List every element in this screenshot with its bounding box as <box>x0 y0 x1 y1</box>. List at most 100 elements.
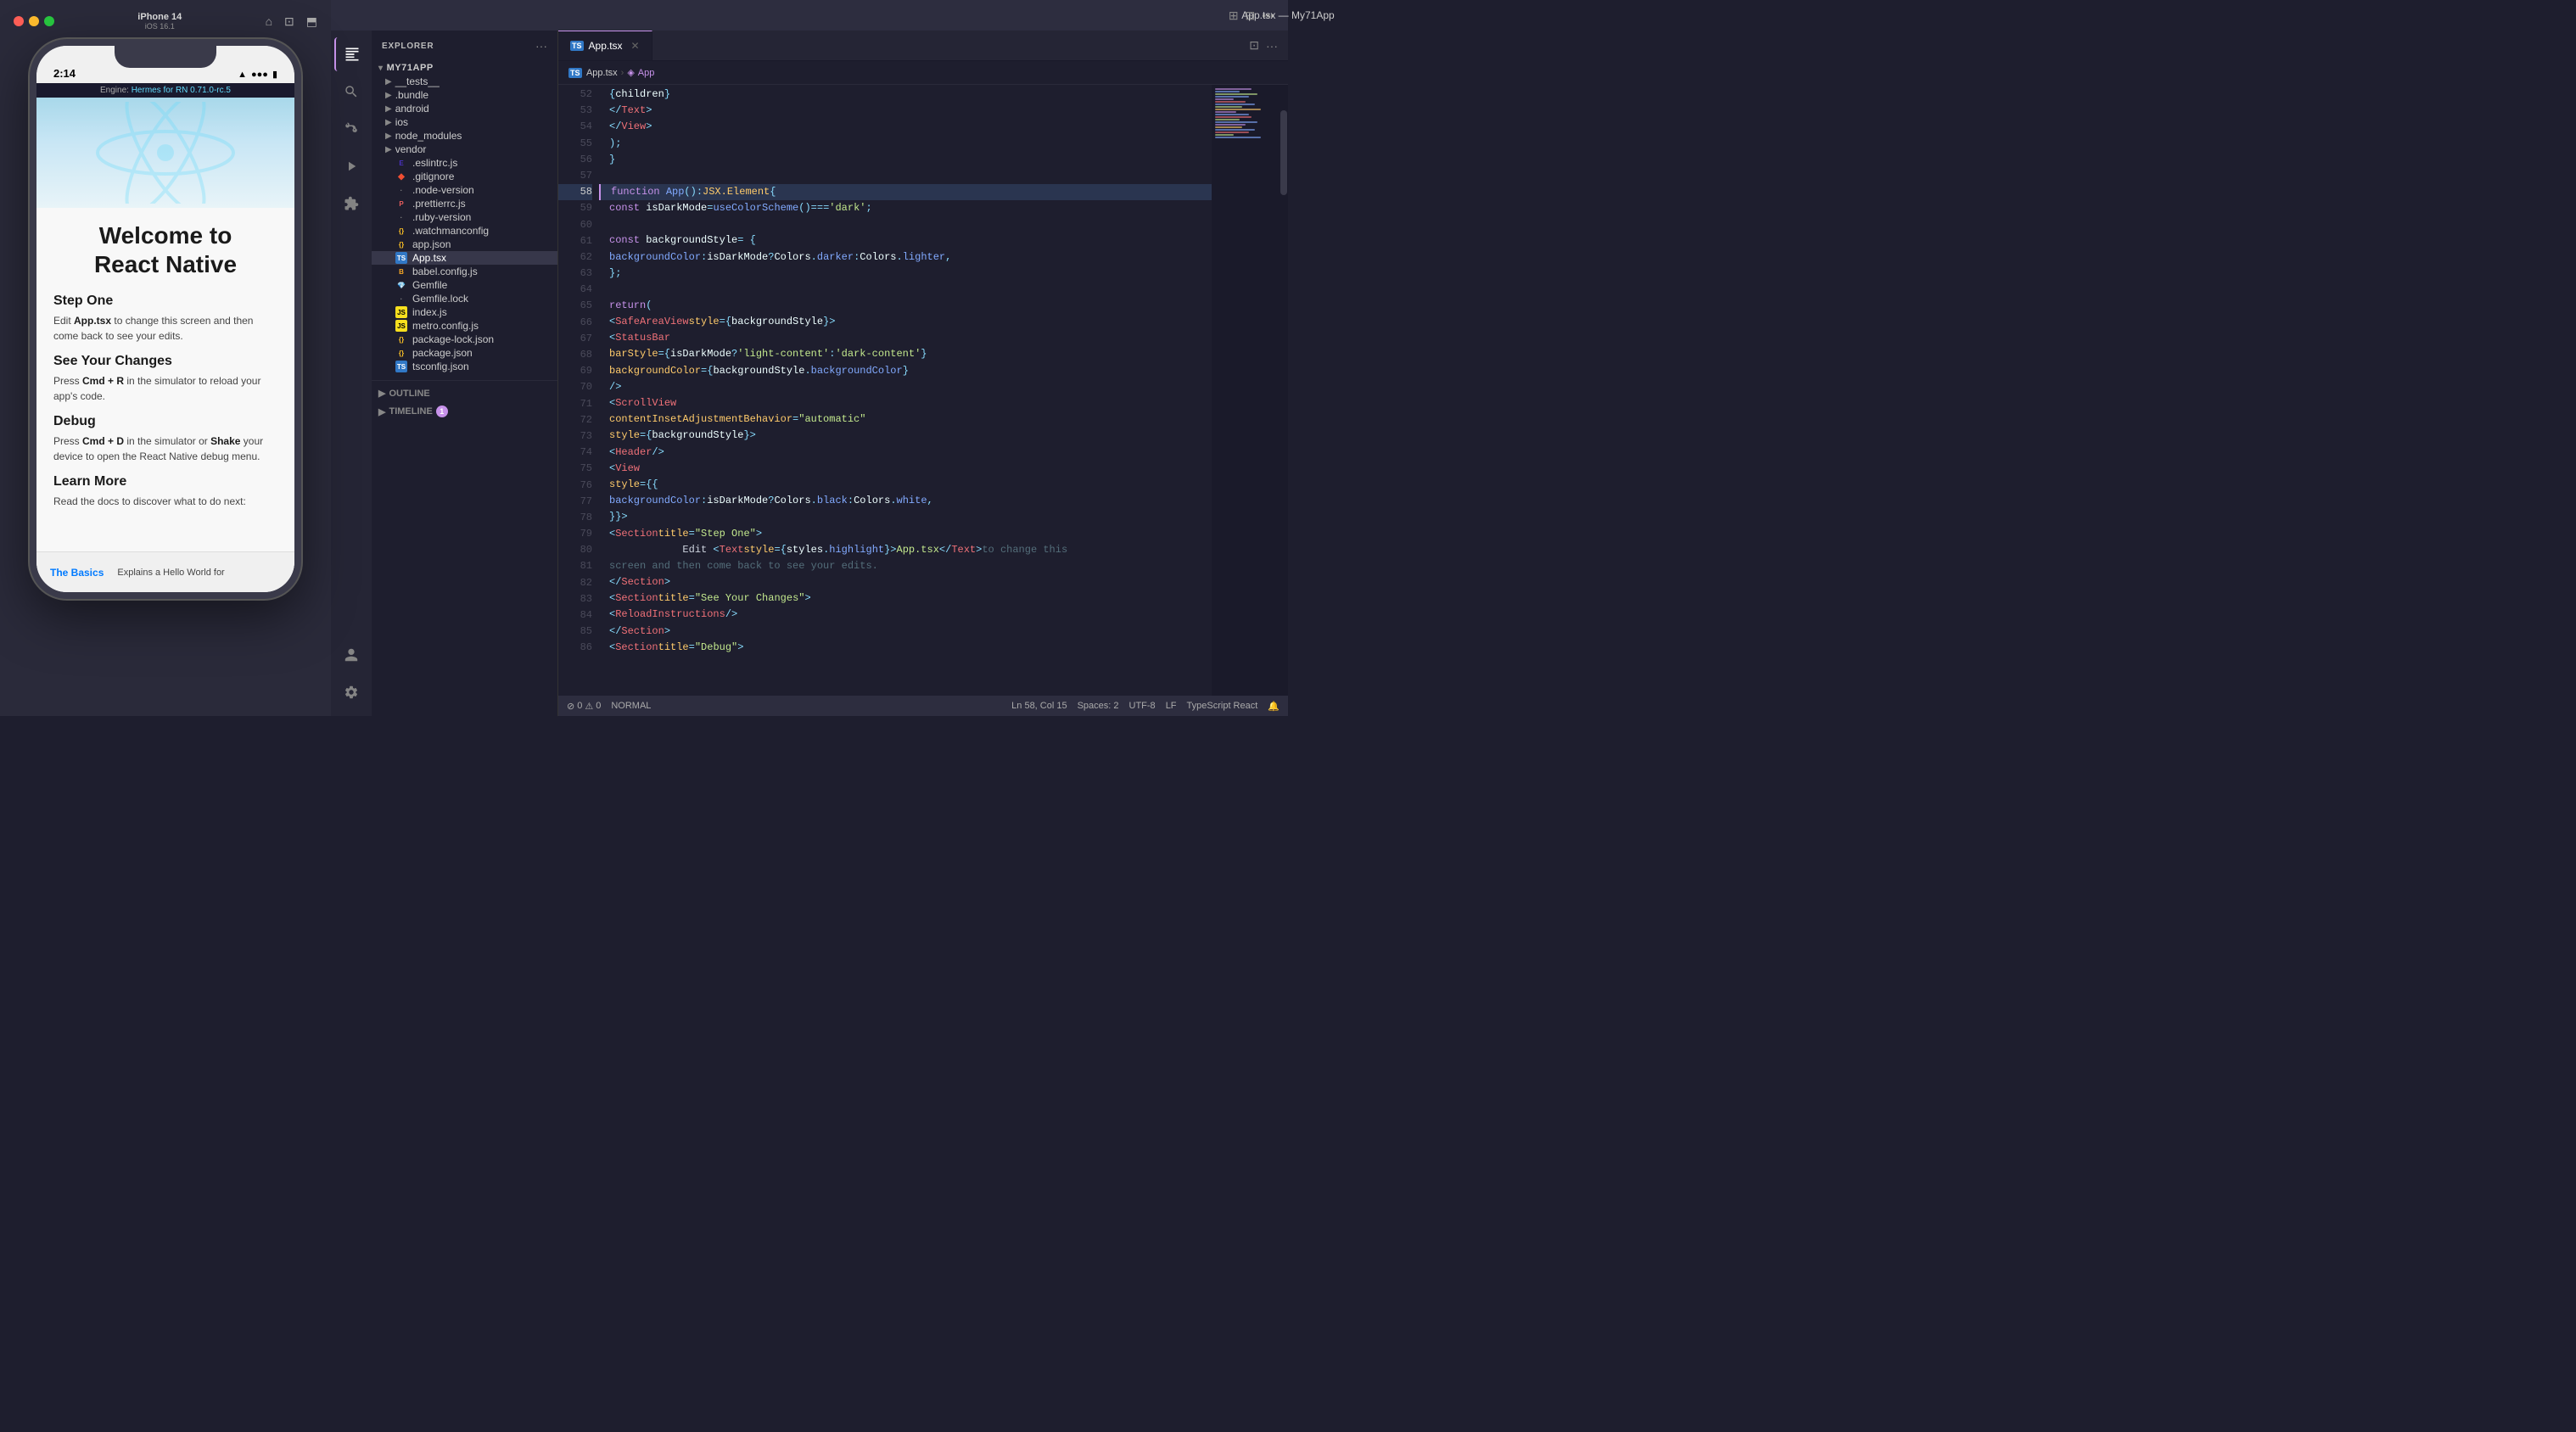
language-mode[interactable]: TypeScript React <box>1187 701 1258 711</box>
tsconfig-file[interactable]: TS tsconfig.json <box>372 360 557 373</box>
metro-config-file[interactable]: JS metro.config.js <box>372 319 557 333</box>
index-js-file[interactable]: JS index.js <box>372 305 557 319</box>
editor-tabs: TS App.tsx ✕ ⊡ ··· <box>558 31 1288 61</box>
source-control-icon[interactable] <box>334 112 368 146</box>
timeline-section[interactable]: ▶ TIMELINE 1 <box>372 402 557 421</box>
app-json-file[interactable]: {} app.json <box>372 238 557 251</box>
search-icon[interactable] <box>334 75 368 109</box>
code-line-77: backgroundColor: isDarkMode ? Colors.bla… <box>599 493 1212 509</box>
home-icon[interactable]: ⌂ <box>266 14 272 28</box>
titlebar-title: App.tsx — My71App <box>1241 9 1334 21</box>
maximize-button[interactable] <box>44 16 54 26</box>
layout-icon[interactable]: ⊞ <box>1229 8 1239 23</box>
watchmanconfig-file[interactable]: {} .watchmanconfig <box>372 224 557 238</box>
minimize-button[interactable] <box>29 16 39 26</box>
code-line-60 <box>599 216 1212 232</box>
ruby-icon: · <box>395 211 407 223</box>
account-icon[interactable] <box>334 638 368 672</box>
prettierrc-file[interactable]: P .prettierrc.js <box>372 197 557 210</box>
code-line-85: </Section> <box>599 624 1212 640</box>
git-icon: ◆ <box>395 171 407 182</box>
code-line-83: <Section title="See Your Changes"> <box>599 590 1212 607</box>
code-line-72: contentInsetAdjustmentBehavior="automati… <box>599 411 1212 428</box>
code-line-70: /> <box>599 379 1212 395</box>
react-logo-area <box>36 98 294 208</box>
code-line-79: <Section title="Step One"> <box>599 526 1212 542</box>
wifi-icon: ▲ <box>238 70 247 80</box>
breadcrumb-sep1: › <box>621 68 624 78</box>
warning-icon: ⚠ <box>585 701 593 712</box>
tests-folder[interactable]: ▶ __tests__ <box>372 75 557 88</box>
code-line-78: }}> <box>599 509 1212 525</box>
run-icon[interactable] <box>334 149 368 183</box>
vendor-folder[interactable]: ▶ vendor <box>372 143 557 156</box>
pkg-icon: {} <box>395 347 407 359</box>
code-line-82: </Section> <box>599 574 1212 590</box>
node-version-file[interactable]: · .node-version <box>372 183 557 197</box>
package-json-file[interactable]: {} package.json <box>372 346 557 360</box>
babel-config-file[interactable]: B babel.config.js <box>372 265 557 278</box>
outline-arrow: ▶ <box>378 388 385 399</box>
folder-arrow: ▾ <box>378 64 384 73</box>
explorer-icon[interactable] <box>334 37 368 71</box>
sidebar-more-button[interactable]: ··· <box>535 39 547 53</box>
app-tsx-file[interactable]: TS App.tsx <box>372 251 557 265</box>
bottom-link[interactable]: The Basics <box>50 567 104 579</box>
code-line-71: <ScrollView <box>599 395 1212 411</box>
iphone-screen: 2:14 ▲ ●●● ▮ Engine: Hermes for RN 0.71.… <box>36 46 294 592</box>
scrollbar[interactable] <box>1280 85 1288 696</box>
gemfile-lock-file[interactable]: · Gemfile.lock <box>372 292 557 305</box>
split-right-icon[interactable]: ⊡ <box>1249 38 1259 53</box>
bottom-desc: Explains a Hello World for <box>117 568 281 578</box>
package-lock-file[interactable]: {} package-lock.json <box>372 333 557 346</box>
code-line-69: backgroundColor={backgroundStyle.backgro… <box>599 363 1212 379</box>
root-folder[interactable]: ▾ MY71APP <box>372 58 557 75</box>
errors-status[interactable]: ⊘ 0 ⚠ 0 <box>567 701 601 712</box>
code-line-56: } <box>599 152 1212 168</box>
code-line-73: style={backgroundStyle}> <box>599 428 1212 444</box>
device-name: iPhone 14 <box>137 12 182 22</box>
code-editor[interactable]: {children} </Text> </View> ); } function… <box>599 85 1212 696</box>
bundle-folder[interactable]: ▶ .bundle <box>372 88 557 102</box>
screenshot-icon[interactable]: ⊡ <box>284 14 294 29</box>
share-icon[interactable]: ⬒ <box>306 14 317 29</box>
extensions-icon[interactable] <box>334 187 368 221</box>
notifications-icon[interactable]: 🔔 <box>1268 701 1280 712</box>
error-icon: ⊘ <box>567 701 574 712</box>
code-line-65: return ( <box>599 298 1212 314</box>
status-right: Ln 58, Col 15 Spaces: 2 UTF-8 LF TypeScr… <box>1011 701 1280 712</box>
pkglock-icon: {} <box>395 333 407 345</box>
eslintrc-file[interactable]: E .eslintrc.js <box>372 156 557 170</box>
node-modules-folder[interactable]: ▶ node_modules <box>372 129 557 143</box>
indentation[interactable]: Spaces: 2 <box>1078 701 1119 711</box>
code-line-58: function App(): JSX.Element { <box>599 184 1212 200</box>
root-folder-name: MY71APP <box>387 63 434 73</box>
ruby-version-file[interactable]: · .ruby-version <box>372 210 557 224</box>
app-tsx-tab[interactable]: TS App.tsx ✕ <box>558 31 652 60</box>
cursor-position[interactable]: Ln 58, Col 15 <box>1011 701 1067 711</box>
debug-text: Press Cmd + D in the simulator or Shake … <box>53 434 277 464</box>
eslint-icon: E <box>395 157 407 169</box>
titlebar: App.tsx — My71App ⊞ ⊟ ••• <box>331 0 1288 31</box>
tab-close-button[interactable]: ✕ <box>631 40 640 52</box>
ios-folder[interactable]: ▶ ios <box>372 115 557 129</box>
breadcrumb-func: App <box>638 68 655 78</box>
code-line-68: barStyle={isDarkMode ? 'light-content' :… <box>599 346 1212 362</box>
code-line-67: <StatusBar <box>599 330 1212 346</box>
settings-icon[interactable] <box>334 675 368 709</box>
scrollbar-thumb[interactable] <box>1280 110 1287 195</box>
code-line-66: <SafeAreaView style={backgroundStyle}> <box>599 314 1212 330</box>
gitignore-file[interactable]: ◆ .gitignore <box>372 170 557 183</box>
gemfile-file[interactable]: 💎 Gemfile <box>372 278 557 292</box>
editor-more-icon[interactable]: ··· <box>1266 39 1278 53</box>
engine-highlight: Hermes <box>132 86 161 95</box>
status-time: 2:14 <box>53 67 76 80</box>
simulator-panel: iPhone 14 iOS 16.1 ⌂ ⊡ ⬒ 2:14 ▲ ●●● ▮ En… <box>0 0 331 716</box>
lock-icon: · <box>395 293 407 305</box>
eol[interactable]: LF <box>1166 701 1177 711</box>
outline-section[interactable]: ▶ OUTLINE <box>372 384 557 402</box>
close-button[interactable] <box>14 16 24 26</box>
timeline-badge: 1 <box>436 406 448 417</box>
android-folder[interactable]: ▶ android <box>372 102 557 115</box>
encoding[interactable]: UTF-8 <box>1129 701 1156 711</box>
